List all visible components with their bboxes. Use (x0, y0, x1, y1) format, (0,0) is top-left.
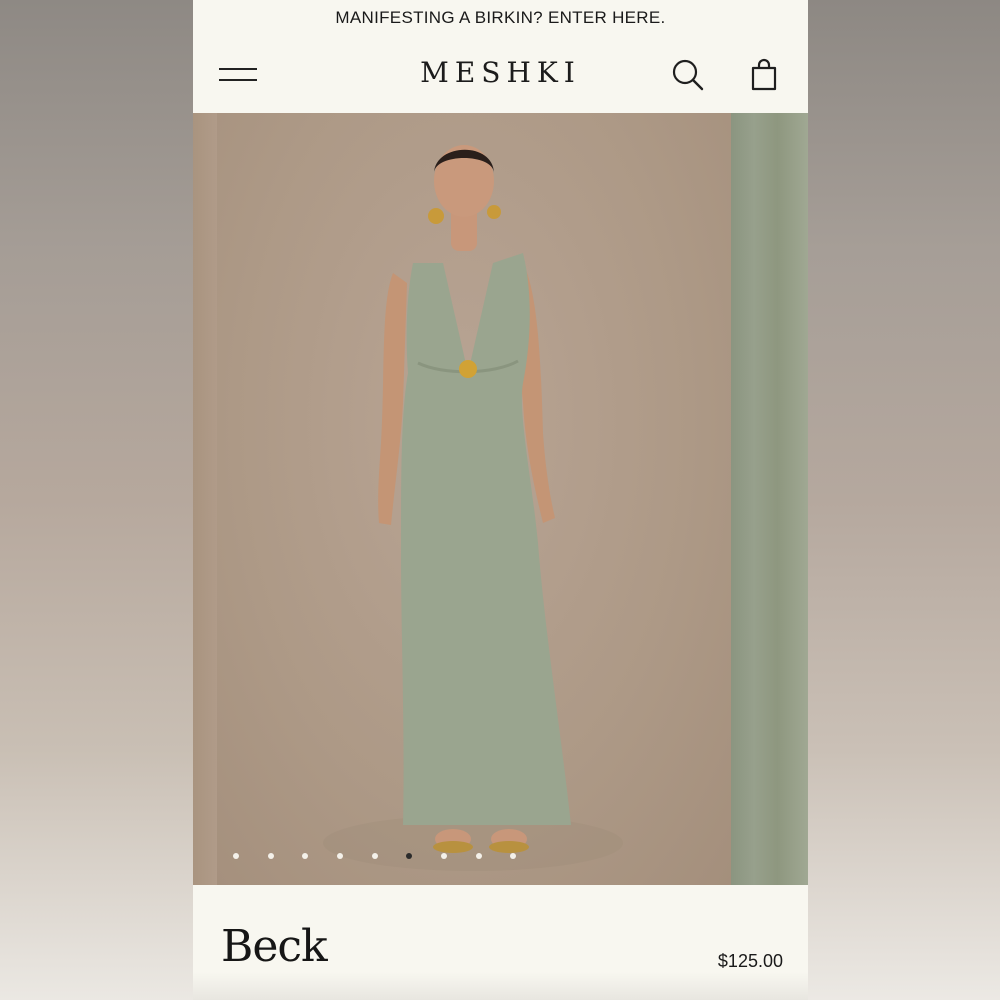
gallery-dot-active[interactable] (406, 853, 412, 859)
bottom-fade (193, 972, 808, 1000)
background-blur-left (0, 0, 193, 1000)
product-price: $125.00 (717, 951, 783, 971)
gallery-dot[interactable] (268, 853, 274, 859)
product-photo[interactable] (193, 113, 731, 885)
next-slide-preview[interactable] (731, 113, 808, 885)
background-blur-right (808, 0, 1000, 1000)
gallery-dot[interactable] (441, 853, 447, 859)
model-wearing-dress (323, 145, 623, 871)
gallery-dot[interactable] (302, 853, 308, 859)
gallery-dot[interactable] (372, 853, 378, 859)
gallery-dot[interactable] (510, 853, 516, 859)
brand-logo[interactable]: MESHKI (193, 56, 808, 89)
product-image-gallery[interactable] (193, 113, 808, 885)
search-icon[interactable] (671, 58, 705, 92)
site-header: MESHKI (193, 36, 808, 113)
shopping-bag-icon[interactable] (749, 58, 779, 92)
gallery-dot[interactable] (476, 853, 482, 859)
gallery-pagination (193, 853, 731, 863)
announcement-bar[interactable]: MANIFESTING A BIRKIN? ENTER HERE. (193, 0, 808, 36)
gallery-dot[interactable] (233, 853, 239, 859)
mobile-screen: MANIFESTING A BIRKIN? ENTER HERE. MESHKI (193, 0, 808, 1000)
announcement-text[interactable]: MANIFESTING A BIRKIN? ENTER HERE. (335, 8, 665, 28)
product-title: Beck (221, 921, 328, 972)
gallery-dot[interactable] (337, 853, 343, 859)
